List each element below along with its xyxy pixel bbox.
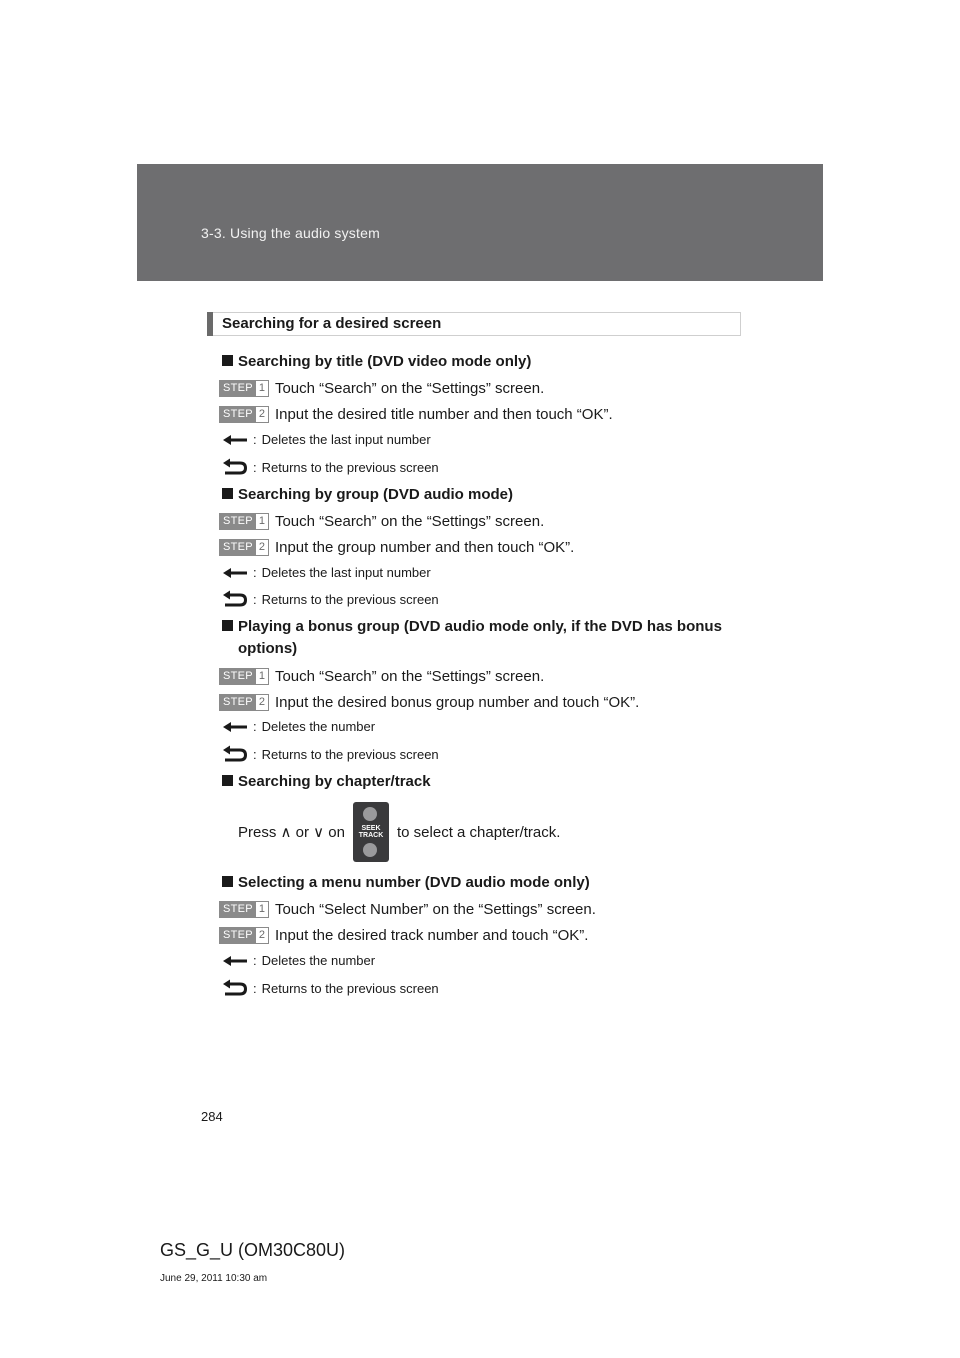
document-code: GS_G_U (OM30C80U) bbox=[160, 1240, 346, 1260]
seek-track-label: SEEK TRACK bbox=[358, 825, 384, 839]
return-arrow-icon bbox=[223, 745, 247, 762]
legend-delete: : Deletes the last input number bbox=[221, 429, 431, 449]
step-text: Touch “Search” on the “Settings” screen. bbox=[274, 512, 545, 530]
step-badge: STEP 1 bbox=[219, 379, 269, 397]
step-text: Touch “Search” on the “Settings” screen. bbox=[274, 667, 545, 685]
step-badge: STEP 1 bbox=[219, 512, 269, 530]
step-text: Touch “Search” on the “Settings” screen. bbox=[274, 379, 545, 397]
seek-text-before: Press ∧ or ∨ on bbox=[238, 824, 345, 841]
document-date: June 29, 2011 10:30 am bbox=[160, 1273, 268, 1284]
step-badge: STEP 2 bbox=[219, 405, 269, 423]
chevron-up-icon bbox=[363, 807, 377, 821]
step-row: STEP 2 Input the desired track number and… bbox=[219, 925, 588, 945]
chevron-down-icon bbox=[363, 843, 377, 857]
legend-return: : Returns to the previous screen bbox=[221, 978, 439, 998]
step-text: Input the desired track number and touch… bbox=[274, 926, 589, 944]
step-row: STEP 2 Input the desired bonus group numb… bbox=[219, 692, 639, 712]
heading-search-by-title: Searching by title (DVD video mode only) bbox=[222, 351, 531, 373]
step-badge: STEP 2 bbox=[219, 693, 269, 711]
bullet-square-icon bbox=[222, 876, 233, 887]
backspace-arrow-icon bbox=[223, 568, 247, 578]
step-text: Input the desired bonus group number and… bbox=[274, 693, 640, 711]
legend-delete: : Deletes the number bbox=[221, 950, 375, 970]
seek-text-after: to select a chapter/track. bbox=[397, 823, 561, 841]
step-text: Input the group number and then touch “O… bbox=[274, 538, 575, 556]
return-arrow-icon bbox=[223, 590, 247, 607]
step-text: Touch “Select Number” on the “Settings” … bbox=[274, 900, 596, 918]
seek-instruction: Press ∧ or ∨ on SEEK TRACK to select a ch… bbox=[238, 802, 560, 862]
heading-search-by-group: Searching by group (DVD audio mode) bbox=[222, 484, 513, 506]
page-number: 284 bbox=[201, 1109, 223, 1124]
page-content: Searching by title (DVD video mode only)… bbox=[0, 0, 960, 1358]
bullet-square-icon bbox=[222, 620, 233, 631]
step-badge: STEP 2 bbox=[219, 538, 269, 556]
legend-return: : Returns to the previous screen bbox=[221, 589, 439, 609]
bullet-square-icon bbox=[222, 355, 233, 366]
return-arrow-icon bbox=[223, 979, 247, 996]
backspace-arrow-icon bbox=[223, 956, 247, 966]
return-arrow-icon bbox=[223, 458, 247, 475]
backspace-arrow-icon bbox=[223, 435, 247, 445]
step-row: STEP 1 Touch “Search” on the “Settings” s… bbox=[219, 378, 544, 398]
step-badge: STEP 1 bbox=[219, 900, 269, 918]
legend-return: : Returns to the previous screen bbox=[221, 744, 439, 764]
legend-delete: : Deletes the number bbox=[221, 716, 375, 736]
bullet-square-icon bbox=[222, 488, 233, 499]
step-row: STEP 1 Touch “Search” on the “Settings” s… bbox=[219, 666, 544, 686]
legend-delete: : Deletes the last input number bbox=[221, 562, 431, 582]
step-row: STEP 2 Input the group number and then to… bbox=[219, 537, 574, 557]
heading-menu-number: Selecting a menu number (DVD audio mode … bbox=[222, 872, 590, 894]
bullet-square-icon bbox=[222, 775, 233, 786]
heading-bonus-group: Playing a bonus group (DVD audio mode on… bbox=[222, 616, 722, 660]
step-text: Input the desired title number and then … bbox=[274, 405, 613, 423]
backspace-arrow-icon bbox=[223, 722, 247, 732]
seek-track-button[interactable]: SEEK TRACK bbox=[353, 802, 389, 862]
step-row: STEP 1 Touch “Select Number” on the “Sett… bbox=[219, 899, 596, 919]
step-row: STEP 1 Touch “Search” on the “Settings” s… bbox=[219, 511, 544, 531]
step-badge: STEP 2 bbox=[219, 926, 269, 944]
step-badge: STEP 1 bbox=[219, 667, 269, 685]
step-row: STEP 2 Input the desired title number and… bbox=[219, 404, 613, 424]
heading-chapter-track: Searching by chapter/track bbox=[222, 771, 431, 793]
legend-return: : Returns to the previous screen bbox=[221, 457, 439, 477]
